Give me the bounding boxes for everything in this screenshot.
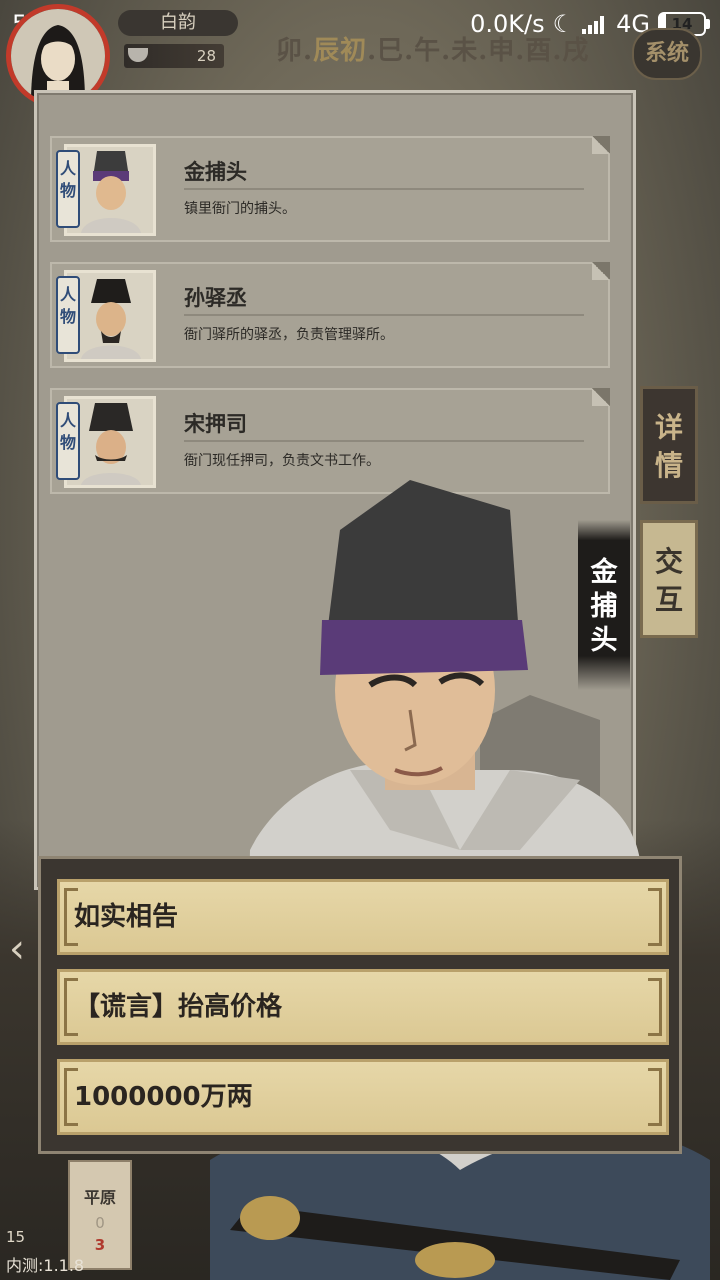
dialog-option-truth[interactable]: 如实相告: [57, 879, 669, 955]
people-tag: 人物: [56, 276, 80, 354]
character-desc: 衙门现任押司，负责文书工作。: [184, 453, 380, 469]
character-card-jin[interactable]: 人物 金捕头 镇里衙门的捕头。: [50, 136, 610, 242]
character-name: 宋押司: [184, 412, 247, 436]
character-desc: 衙门驿所的驿丞，负责管理驿所。: [184, 327, 394, 343]
side-number: 15: [6, 1228, 26, 1246]
region-count-a: 0: [95, 1214, 105, 1232]
dialog-options-panel: 如实相告 【谎言】抬高价格 1000000万两: [38, 856, 682, 1154]
character-name: 孙驿丞: [184, 286, 247, 310]
speaker-name: 金捕头: [590, 557, 618, 656]
time-prefix: 卯.: [276, 36, 314, 66]
version-label: 内测:1.1.8: [6, 1256, 85, 1275]
time-of-day-strip: 卯.辰初.巳.午.未.申.酉.戌: [276, 30, 589, 67]
region-count-b: 3: [94, 1236, 106, 1254]
card-divider: [184, 188, 584, 190]
player-name: 白韵: [118, 10, 238, 36]
card-divider: [184, 440, 584, 442]
people-tag: 人物: [56, 402, 80, 480]
speaker-name-label: 金捕头: [578, 520, 630, 690]
character-desc: 镇里衙门的捕头。: [184, 201, 296, 217]
system-button[interactable]: 系统: [632, 28, 702, 80]
card-divider: [184, 314, 584, 316]
character-card-sun[interactable]: 人物 孙驿丞 衙门驿所的驿丞，负责管理驿所。: [50, 262, 610, 368]
character-name: 金捕头: [184, 160, 247, 184]
time-suffix: .巳.午.未.申.酉.戌: [367, 36, 590, 66]
dialog-option-lie[interactable]: 【谎言】抬高价格: [57, 969, 669, 1045]
people-tag: 人物: [56, 150, 80, 228]
chevron-left-icon[interactable]: ‹: [0, 924, 34, 974]
region-name: 平原: [83, 1188, 116, 1207]
time-current: 辰初: [313, 36, 368, 66]
player-portrait-icon: [11, 9, 105, 103]
dialog-option-amount[interactable]: 1000000万两: [57, 1059, 669, 1135]
